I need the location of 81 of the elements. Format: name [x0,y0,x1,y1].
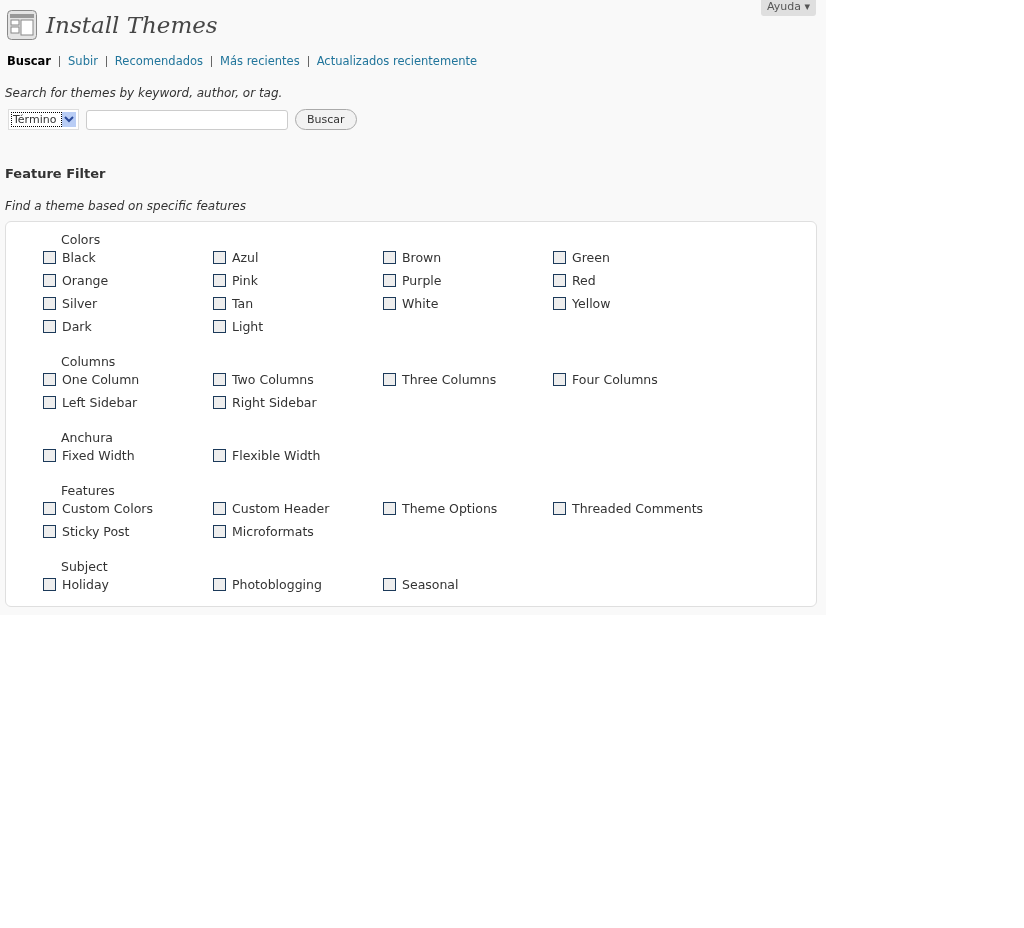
checkbox[interactable] [383,274,396,287]
checkbox-label: Black [62,250,96,265]
checkbox-label: Brown [402,250,442,265]
section-description: Find a theme based on specific features [4,198,247,213]
checkbox[interactable] [553,502,566,515]
checkbox[interactable] [553,297,566,310]
nav-link[interactable]: Buscar [7,54,52,68]
group-legend: Columns [43,354,816,369]
checkbox[interactable] [213,251,226,264]
checkbox[interactable] [213,525,226,538]
checkbox-label: Left Sidebar [62,395,138,410]
checkbox[interactable] [213,449,226,462]
checkbox[interactable] [383,578,396,591]
checkbox[interactable] [383,251,396,264]
search-button[interactable]: Buscar [295,109,357,130]
checkbox[interactable] [213,297,226,310]
checkbox-label: Right Sidebar [232,395,317,410]
checkbox[interactable] [43,502,56,515]
checkbox-label: Four Columns [572,372,658,387]
section-title: Feature Filter [4,165,107,181]
checkbox[interactable] [43,373,56,386]
checkbox-label: Flexible Width [232,448,321,463]
checkbox-label: Two Columns [232,372,314,387]
nav-link[interactable]: Subir [68,54,98,68]
help-button[interactable]: Ayuda ▾ [761,0,816,16]
checkbox[interactable] [43,297,56,310]
checkbox[interactable] [213,396,226,409]
themes-icon [7,10,37,40]
search-type-select[interactable]: Término [8,109,79,130]
checkbox[interactable] [383,373,396,386]
checkbox[interactable] [43,396,56,409]
checkbox[interactable] [383,502,396,515]
checkbox[interactable] [553,274,566,287]
checkbox[interactable] [553,373,566,386]
nav-link[interactable]: Actualizados recientemente [316,54,478,68]
checkbox-label: Orange [62,273,109,288]
checkbox-label: Photoblogging [232,577,322,592]
checkbox[interactable] [213,578,226,591]
group-legend: Anchura [43,430,816,445]
search-hint: Search for themes by keyword, author, or tag. [4,85,284,100]
checkbox-label: Microformats [232,524,314,539]
checkbox-label: Light [232,319,264,334]
checkbox[interactable] [43,274,56,287]
checkbox-label: Custom Colors [62,501,153,516]
checkbox[interactable] [43,320,56,333]
checkbox[interactable] [213,373,226,386]
checkbox-label: Holiday [62,577,109,592]
group-legend: Colors [43,232,816,247]
checkbox-label: Fixed Width [62,448,135,463]
checkbox[interactable] [43,578,56,591]
checkbox-label: Red [572,273,596,288]
checkbox-label: Azul [232,250,259,265]
checkbox-label: Purple [402,273,442,288]
checkbox-label: Tan [232,296,254,311]
checkbox-label: Theme Options [402,501,498,516]
checkbox-label: Three Columns [402,372,497,387]
checkbox[interactable] [213,502,226,515]
checkbox-label: Pink [232,273,258,288]
checkbox[interactable] [43,251,56,264]
checkbox-label: Dark [62,319,92,334]
checkbox-label: Sticky Post [62,524,130,539]
checkbox[interactable] [553,251,566,264]
search-field[interactable] [86,109,288,130]
group-legend: Features [43,483,816,498]
checkbox-label: Yellow [572,296,611,311]
nav-link[interactable]: Más recientes [220,54,300,68]
checkbox-label: Custom Header [232,501,330,516]
checkbox[interactable] [213,274,226,287]
checkbox-label: One Column [62,372,140,387]
checkbox-label: White [402,296,439,311]
checkbox-label: Green [572,250,610,265]
page-title: Install Themes [46,12,218,38]
checkbox[interactable] [213,320,226,333]
checkbox[interactable] [43,449,56,462]
checkbox-label: Threaded Comments [572,501,704,516]
nav-link[interactable]: Recomendados [114,54,203,68]
checkbox-label: Seasonal [402,577,459,592]
checkbox[interactable] [383,297,396,310]
group-legend: Subject [43,559,816,574]
checkbox[interactable] [43,525,56,538]
checkbox-label: Silver [62,296,98,311]
